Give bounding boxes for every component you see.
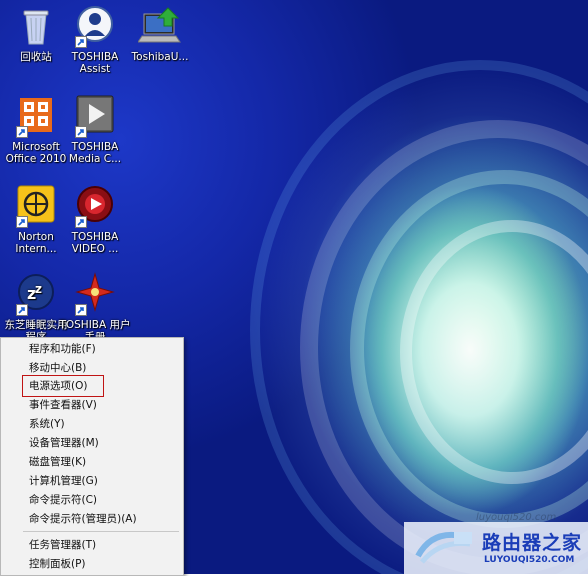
menu-item-mobility-center[interactable]: 移动中心(B) (29, 360, 86, 376)
recycle-bin-icon (14, 4, 58, 48)
toshiba-update-icon (137, 4, 182, 48)
desktop-icon-user-manual[interactable]: TOSHIBA 用户手册 (59, 272, 131, 343)
sleep-utility-icon: z z (14, 272, 58, 316)
shortcut-arrow-icon (16, 216, 28, 228)
power-options-highlight (22, 375, 104, 397)
menu-item-system[interactable]: 系统(Y) (29, 416, 65, 432)
shortcut-arrow-icon (75, 304, 87, 316)
shortcut-arrow-icon (16, 304, 28, 316)
watermark-url: LUYOUQI520.COM (484, 555, 575, 565)
menu-item-device-manager[interactable]: 设备管理器(M) (29, 435, 99, 451)
shortcut-arrow-icon (75, 216, 87, 228)
context-menu: 程序和功能(F) 移动中心(B) 电源选项(O) 事件查看器(V) 系统(Y) … (0, 337, 184, 576)
desktop-icon-label: TOSHIBA Assist (71, 51, 119, 75)
office-icon (14, 94, 58, 138)
menu-item-programs-features[interactable]: 程序和功能(F) (29, 341, 96, 357)
menu-item-control-panel[interactable]: 控制面板(P) (29, 556, 86, 572)
watermark-title: 路由器之家 (482, 532, 583, 554)
desktop-icon-media-controller[interactable]: TOSHIBA Media C... (59, 94, 131, 165)
desktop-icon-label: ToshibaU... (131, 51, 189, 63)
menu-item-event-viewer[interactable]: 事件查看器(V) (29, 397, 97, 413)
menu-item-command-prompt[interactable]: 命令提示符(C) (29, 492, 97, 508)
media-controller-icon (73, 94, 117, 138)
desktop-icon-toshiba-assist[interactable]: TOSHIBA Assist (59, 4, 131, 75)
shortcut-arrow-icon (16, 126, 28, 138)
menu-item-command-prompt-admin[interactable]: 命令提示符(管理员)(A) (29, 511, 137, 527)
desktop-icon-label: TOSHIBA VIDEO ... (71, 231, 119, 255)
shortcut-arrow-icon (75, 36, 87, 48)
desktop-icon-video-player[interactable]: TOSHIBA VIDEO ... (59, 184, 131, 255)
desktop-icon-toshiba-update[interactable]: ToshibaU... (124, 4, 196, 63)
menu-separator (23, 531, 179, 532)
router-logo-icon (412, 526, 476, 572)
toshiba-assist-icon (73, 4, 117, 48)
video-player-icon (73, 184, 117, 228)
shortcut-arrow-icon (75, 126, 87, 138)
svg-text:z: z (35, 282, 42, 296)
menu-item-computer-management[interactable]: 计算机管理(G) (29, 473, 98, 489)
menu-item-disk-management[interactable]: 磁盘管理(K) (29, 454, 86, 470)
norton-icon (14, 184, 58, 228)
menu-item-task-manager[interactable]: 任务管理器(T) (29, 537, 96, 553)
desktop-icon-label: TOSHIBA Media C... (68, 141, 122, 165)
user-manual-icon (73, 272, 117, 316)
